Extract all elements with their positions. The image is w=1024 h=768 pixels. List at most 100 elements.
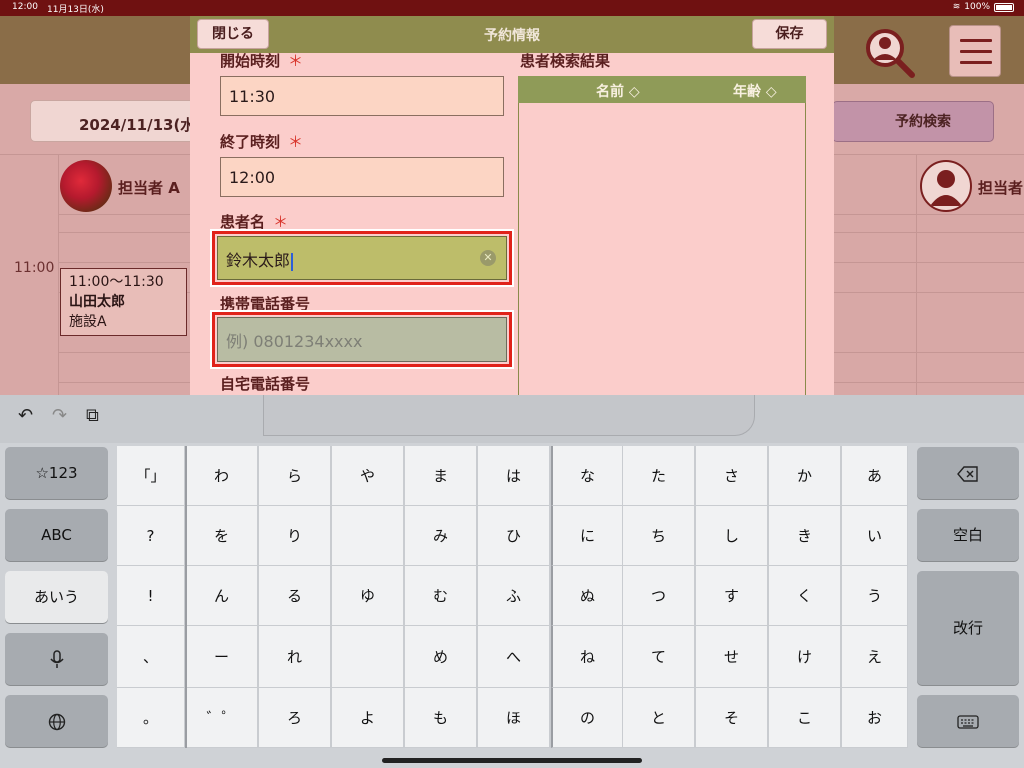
kana-key[interactable]: う — [842, 566, 908, 626]
patient-search-icon[interactable] — [862, 24, 918, 80]
key-enter[interactable]: 改行 — [917, 571, 1019, 685]
kana-key[interactable]: ほ — [478, 688, 550, 748]
mobile-phone-input[interactable]: 例) 0801234xxxx — [217, 317, 507, 362]
key-comma[interactable]: 、 — [117, 626, 185, 688]
kana-key[interactable]: す — [696, 566, 768, 626]
kana-key[interactable]: に — [551, 506, 623, 566]
kana-key[interactable]: ぬ — [551, 566, 623, 626]
kana-key[interactable] — [332, 626, 404, 688]
save-button[interactable]: 保存 — [752, 19, 827, 49]
key-space[interactable]: 空白 — [917, 509, 1019, 561]
start-time-input[interactable]: 11:30 — [220, 76, 504, 116]
patient-results-table — [518, 76, 806, 396]
kana-key[interactable]: ん — [186, 566, 258, 626]
modal-title: 予約情報 — [484, 28, 540, 44]
kana-key[interactable]: て — [623, 626, 695, 688]
kana-key[interactable]: や — [332, 446, 404, 506]
text-caret — [291, 252, 294, 271]
kana-key[interactable]: よ — [332, 688, 404, 748]
kana-key[interactable]: ね — [551, 626, 623, 688]
redo-icon[interactable]: ↷ — [52, 405, 67, 426]
results-header: 名前 ◇ 年齢 ◇ — [518, 76, 806, 103]
key-delete[interactable] — [917, 447, 1019, 499]
kana-key[interactable]: い — [842, 506, 908, 566]
kana-key[interactable]: く — [769, 566, 841, 626]
kana-key[interactable]: な — [551, 446, 623, 506]
backspace-icon — [957, 465, 978, 482]
kana-key[interactable]: め — [405, 626, 477, 688]
start-time-label: 開始時刻＊ — [220, 52, 304, 70]
kana-key[interactable]: れ — [259, 626, 331, 688]
end-time-label: 終了時刻＊ — [220, 133, 304, 151]
menu-button[interactable] — [949, 25, 1001, 77]
appointment-card[interactable]: 11:00～11:30 山田太郎 施設A — [60, 268, 187, 336]
kana-key[interactable]: も — [405, 688, 477, 748]
patient-name-label: 患者名＊ — [220, 213, 289, 231]
home-indicator — [382, 758, 642, 763]
kana-key[interactable]: ふ — [478, 566, 550, 626]
kana-key[interactable]: は — [478, 446, 550, 506]
kana-key[interactable]: け — [769, 626, 841, 688]
globe-icon — [48, 713, 65, 730]
kana-key[interactable]: そ — [696, 688, 768, 748]
staff-b-avatar — [920, 160, 972, 212]
kana-divider — [185, 446, 187, 748]
microphone-icon — [49, 649, 64, 668]
kana-key[interactable]: へ — [478, 626, 550, 688]
battery-percent: 100% — [964, 2, 990, 12]
clear-icon[interactable]: ✕ — [480, 250, 496, 266]
kana-key[interactable]: せ — [696, 626, 768, 688]
reservation-search-button[interactable]: 予約検索 — [832, 101, 994, 142]
kana-key[interactable]: ゛゜ — [186, 688, 258, 748]
kana-key[interactable]: え — [842, 626, 908, 688]
undo-icon[interactable]: ↶ — [18, 405, 33, 426]
kana-key[interactable]: ろ — [259, 688, 331, 748]
kana-key[interactable]: た — [623, 446, 695, 506]
kana-key[interactable]: む — [405, 566, 477, 626]
kana-key[interactable]: り — [259, 506, 331, 566]
kana-key[interactable]: ゆ — [332, 566, 404, 626]
kana-key[interactable]: つ — [623, 566, 695, 626]
status-bar: 12:00 11月13日(水) ≋ 100% — [0, 0, 1024, 16]
keyboard-candidate-bar[interactable] — [263, 395, 755, 436]
key-period[interactable]: 。 — [117, 688, 185, 748]
kana-key[interactable]: あ — [842, 446, 908, 506]
kana-key[interactable]: さ — [696, 446, 768, 506]
kana-key[interactable]: と — [623, 688, 695, 748]
appointment-facility: 施設A — [69, 314, 107, 330]
kana-key[interactable]: を — [186, 506, 258, 566]
col-name-sort[interactable]: 名前 ◇ — [596, 81, 640, 101]
kana-key[interactable]: る — [259, 566, 331, 626]
key-abc[interactable]: ABC — [5, 509, 108, 561]
kana-key[interactable]: わ — [186, 446, 258, 506]
paste-icon[interactable]: ⧉ — [86, 405, 99, 426]
kana-key[interactable]: こ — [769, 688, 841, 748]
kana-key[interactable]: ひ — [478, 506, 550, 566]
status-time: 12:00 — [12, 2, 38, 12]
kana-key[interactable]: お — [842, 688, 908, 748]
key-globe[interactable] — [5, 695, 108, 747]
key-question[interactable]: ? — [117, 506, 185, 566]
kana-key[interactable]: し — [696, 506, 768, 566]
kana-key[interactable]: み — [405, 506, 477, 566]
key-kana[interactable]: あいう — [5, 571, 108, 623]
staff-a-name: 担当者 A — [118, 179, 180, 197]
kana-key[interactable]: の — [551, 688, 623, 748]
kana-key[interactable]: か — [769, 446, 841, 506]
col-age-sort[interactable]: 年齢 ◇ — [733, 81, 777, 101]
kana-key[interactable]: ち — [623, 506, 695, 566]
modal-header: 閉じる 予約情報 保存 — [190, 16, 834, 53]
key-dismiss[interactable] — [917, 695, 1019, 747]
kana-key[interactable]: き — [769, 506, 841, 566]
kana-key[interactable]: ら — [259, 446, 331, 506]
date-selector[interactable]: 2024/11/13(水 — [30, 100, 200, 142]
key-brackets[interactable]: 「」 — [117, 446, 185, 506]
key-mic[interactable] — [5, 633, 108, 685]
key-exclaim[interactable]: ! — [117, 566, 185, 626]
kana-key[interactable]: ー — [186, 626, 258, 688]
kana-key[interactable]: ま — [405, 446, 477, 506]
key-numbers[interactable]: ☆123 — [5, 447, 108, 499]
kana-key[interactable] — [332, 506, 404, 566]
patient-name-input[interactable]: 鈴木太郎 ✕ — [217, 236, 507, 280]
end-time-input[interactable]: 12:00 — [220, 157, 504, 197]
